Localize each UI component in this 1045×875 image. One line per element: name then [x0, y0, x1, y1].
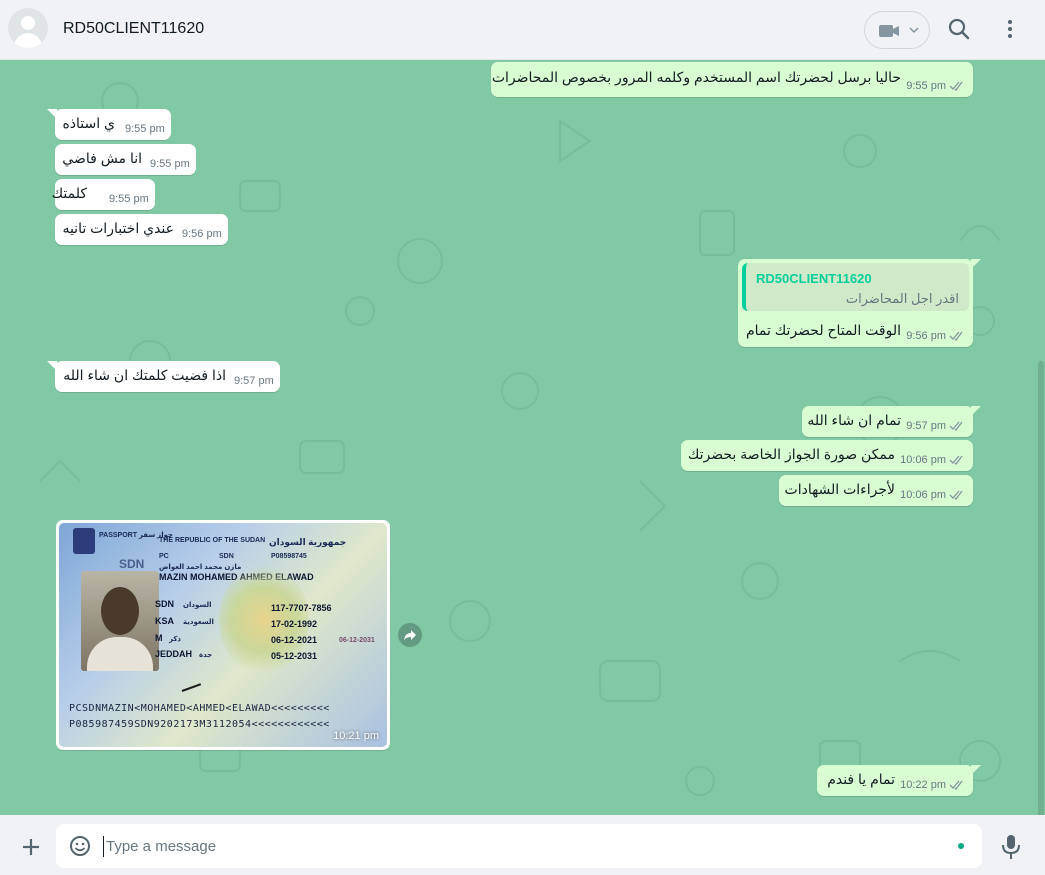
message-text: ي استاذه: [62, 115, 115, 131]
video-camera-icon: [879, 25, 899, 37]
message-time: 10:21 pm: [333, 730, 379, 742]
double-check-icon: [949, 331, 963, 341]
default-user-icon[interactable]: [8, 8, 48, 48]
chevron-down-icon: [909, 27, 919, 34]
chat-header: RD50CLIENT11620: [0, 0, 1045, 60]
message-time: 9:57 pm: [906, 420, 946, 432]
message-composer: [0, 815, 1045, 875]
message-bubble-incoming[interactable]: ي استاذه 9:55 pm: [47, 109, 171, 140]
forward-arrow-icon: [404, 630, 416, 640]
image-message-bubble[interactable]: PASSPORT جواز سفر THE REPUBLIC OF THE SU…: [56, 520, 390, 750]
message-time: 10:22 pm: [900, 779, 946, 791]
double-check-icon: [949, 780, 963, 790]
message-time: 10:06 pm: [900, 454, 946, 466]
message-bubble-outgoing[interactable]: تمام يا فندم 10:22 pm: [817, 765, 981, 796]
message-time: 9:55 pm: [109, 193, 149, 205]
forward-button[interactable]: [398, 623, 422, 647]
message-text: لأجراءات الشهادات: [784, 481, 895, 497]
message-bubble-outgoing[interactable]: لأجراءات الشهادات 10:06 pm: [779, 475, 973, 506]
message-bubble-outgoing-reply[interactable]: RD50CLIENT11620 اقدر اجل المحاضرات الوقت…: [738, 259, 981, 347]
message-input-container[interactable]: [56, 824, 982, 868]
microphone-icon[interactable]: [1001, 834, 1021, 860]
message-bubble-outgoing[interactable]: ممكن صورة الجواز الخاصة بحضرتك 10:06 pm: [681, 440, 973, 471]
status-dot: [958, 843, 964, 849]
message-time: 9:55 pm: [906, 80, 946, 92]
message-time: 9:56 pm: [182, 228, 222, 240]
video-call-button[interactable]: [864, 11, 930, 49]
emoji-icon[interactable]: [69, 835, 91, 857]
quoted-message[interactable]: RD50CLIENT11620 اقدر اجل المحاضرات: [742, 263, 969, 311]
passport-portrait: [81, 571, 159, 671]
message-text: كلمتك: [51, 185, 87, 201]
message-bubble-incoming[interactable]: انا مش فاضي 9:55 pm: [55, 144, 196, 175]
message-time: 10:06 pm: [900, 489, 946, 501]
message-text: الوقت المتاح لحضرتك تمام: [745, 322, 901, 338]
double-check-icon: [949, 455, 963, 465]
search-icon[interactable]: [948, 18, 970, 40]
double-check-icon: [949, 421, 963, 431]
message-text: تمام يا فندم: [827, 771, 895, 787]
message-time: 9:55 pm: [125, 123, 165, 135]
quoted-sender: RD50CLIENT11620: [756, 271, 872, 286]
signature: [176, 670, 202, 692]
message-time: 9:55 pm: [150, 158, 190, 170]
message-text: عندي اختبارات تانيه: [62, 220, 174, 236]
message-text: اذا فضيت كلمتك ان شاء الله: [63, 367, 226, 383]
message-text: ممكن صورة الجواز الخاصة بحضرتك: [687, 446, 895, 462]
quoted-text: اقدر اجل المحاضرات: [845, 291, 959, 306]
sudan-emblem-icon: [73, 528, 95, 554]
chat-message-area[interactable]: حاليا برسل لحضرتك اسم المستخدم وكلمه الم…: [0, 61, 1045, 815]
message-bubble-incoming[interactable]: عندي اختبارات تانيه 9:56 pm: [55, 214, 228, 245]
message-text: حاليا برسل لحضرتك اسم المستخدم وكلمه الم…: [491, 69, 901, 85]
double-check-icon: [949, 490, 963, 500]
message-time: 9:56 pm: [906, 330, 946, 342]
message-input[interactable]: [106, 834, 906, 858]
message-bubble-outgoing[interactable]: تمام ان شاء الله 9:57 pm: [802, 406, 981, 437]
message-bubble-outgoing[interactable]: حاليا برسل لحضرتك اسم المستخدم وكلمه الم…: [491, 62, 973, 97]
mrz-line-1: PCSDNMAZIN<MOHAMED<AHMED<ELAWAD<<<<<<<<<: [69, 703, 330, 714]
kebab-menu-icon[interactable]: [1000, 18, 1020, 40]
passport-photo[interactable]: PASSPORT جواز سفر THE REPUBLIC OF THE SU…: [59, 523, 387, 747]
whatsapp-chat-window: RD50CLIENT11620 حاليا برسل لحضرتك اسم ال…: [0, 0, 1045, 875]
message-time: 9:57 pm: [234, 375, 274, 387]
message-text: انا مش فاضي: [62, 150, 142, 166]
message-bubble-incoming[interactable]: كلمتك 9:55 pm: [51, 179, 155, 210]
plus-icon[interactable]: [19, 835, 43, 859]
chat-scrollbar[interactable]: [1038, 361, 1044, 815]
mrz-line-2: P085987459SDN9202173M3112054<<<<<<<<<<<<: [69, 719, 330, 730]
message-text: تمام ان شاء الله: [807, 412, 901, 428]
double-check-icon: [949, 81, 963, 91]
contact-name[interactable]: RD50CLIENT11620: [63, 20, 204, 38]
message-bubble-incoming[interactable]: اذا فضيت كلمتك ان شاء الله 9:57 pm: [47, 361, 280, 392]
